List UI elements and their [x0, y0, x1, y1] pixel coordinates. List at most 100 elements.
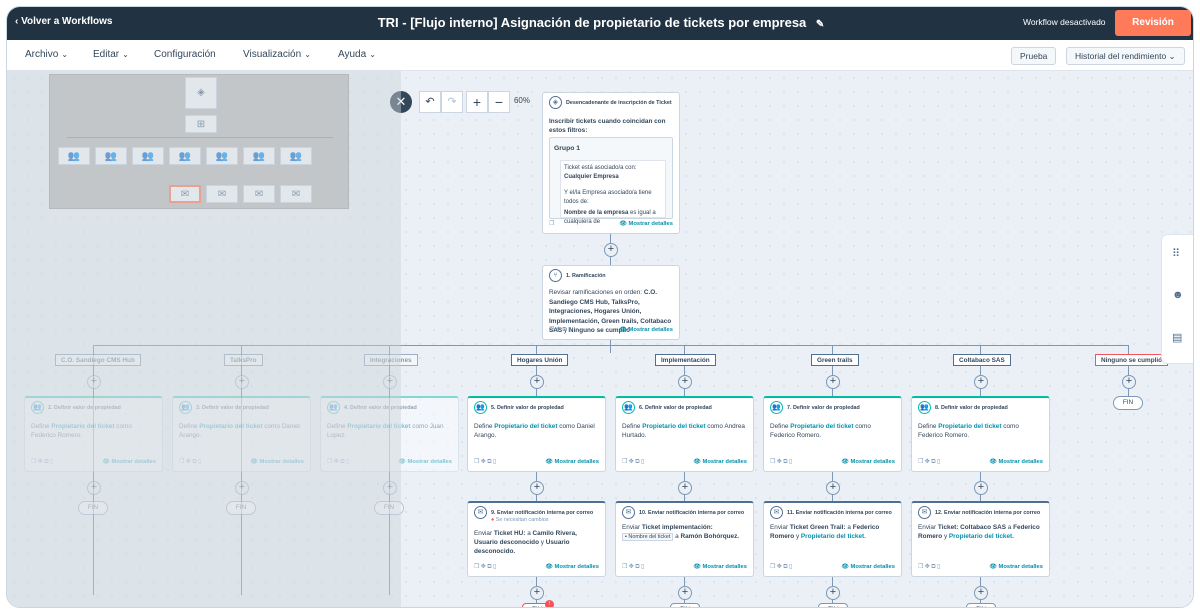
email-notification-card[interactable]: ✉ 12. Enviar notificación interna por co… — [911, 501, 1050, 577]
people-icon: 👥 — [770, 401, 783, 414]
copy-icon[interactable]: ❐ ✥ ⧉ ▯ — [770, 459, 792, 465]
copy-icon[interactable]: ❐ ✥ ⧉ ▯ — [622, 564, 644, 570]
card-footer: ❐ 👁 Mostrar detalles — [549, 220, 673, 229]
end-node: FIN — [670, 603, 700, 607]
branch-label[interactable]: Green trails — [811, 354, 859, 366]
copy-icon[interactable]: ❐ ✥ ⧉ ▯ — [770, 564, 792, 570]
menu-editar[interactable]: Editar ⌄ — [93, 49, 129, 60]
zoom-level: 60% — [513, 96, 530, 105]
email-notification-card[interactable]: ✉ 11. Enviar notificación interna por co… — [763, 501, 902, 577]
people-icon: 👥 — [622, 401, 635, 414]
branch-label[interactable]: Coltabaco SAS — [953, 354, 1011, 366]
connector — [610, 339, 611, 353]
show-details-link[interactable]: 👁 Mostrar detalles — [694, 563, 747, 572]
copy-icon[interactable]: ❐ — [549, 221, 554, 227]
set-property-card[interactable]: 👥 7. Definir valor de propiedad Define P… — [763, 396, 902, 472]
add-action-button[interactable]: + — [974, 375, 988, 389]
filter-list: Ticket está asociado/a con: Cualquier Em… — [560, 160, 666, 225]
enrollment-trigger-card[interactable]: ◈ Desencadenante de inscripción de Ticke… — [542, 92, 680, 234]
add-action-button[interactable]: + — [974, 586, 988, 600]
trigger-icon: ◈ — [549, 96, 562, 109]
assistant-icon[interactable]: ☻ — [1172, 289, 1184, 301]
branch-icon: ⑂ — [549, 269, 562, 282]
review-button[interactable]: Revisión — [1115, 10, 1191, 36]
mail-icon: ✉ — [622, 506, 635, 519]
add-action-button[interactable]: + — [1122, 375, 1136, 389]
add-action-button[interactable]: + — [530, 481, 544, 495]
undo-button[interactable]: ↶ — [419, 91, 441, 113]
branch-label[interactable]: Implementación — [655, 354, 716, 366]
end-node: FIN — [966, 603, 996, 607]
mail-icon: ✉ — [918, 506, 931, 519]
test-button[interactable]: Prueba — [1011, 47, 1057, 65]
people-icon: 👥 — [918, 401, 931, 414]
chevron-down-icon: ⌄ — [304, 50, 311, 59]
apps-grid-icon[interactable]: ⠿ — [1172, 247, 1180, 260]
undo-icon: ↶ — [425, 96, 435, 108]
menu-bar: Archivo ⌄ Editar ⌄ Configuración Visualiza… — [7, 40, 1193, 71]
canvas-dim-overlay — [7, 71, 401, 607]
add-action-button[interactable]: + — [678, 375, 692, 389]
workflow-title[interactable]: TRI - [Flujo interno] Asignación de prop… — [7, 15, 1193, 30]
add-action-button[interactable]: + — [530, 586, 544, 600]
mail-icon: ✉ — [770, 506, 783, 519]
show-details-link[interactable]: 👁 Mostrar detalles — [842, 458, 895, 467]
workflow-status: Workflow desactivado — [1023, 17, 1106, 27]
zoom-out-button[interactable]: − — [488, 91, 510, 113]
copy-icon[interactable]: ❐ ✥ ⧉ ▯ — [918, 564, 940, 570]
add-action-button[interactable]: + — [974, 481, 988, 495]
menu-visualizacion[interactable]: Visualización ⌄ — [243, 49, 311, 60]
add-action-button[interactable]: + — [826, 481, 840, 495]
show-details-link[interactable]: 👁 Mostrar detalles — [842, 563, 895, 572]
show-details-link[interactable]: 👁 Mostrar detalles — [546, 458, 599, 467]
side-rail: ⠿ ☻ ▤ — [1161, 234, 1193, 364]
pencil-icon[interactable]: ✎ — [816, 19, 824, 30]
top-bar: ‹ Volver a Workflows TRI - [Flujo intern… — [7, 7, 1193, 40]
add-action-button[interactable]: + — [530, 375, 544, 389]
show-details-link[interactable]: 👁 Mostrar detalles — [694, 458, 747, 467]
set-property-card[interactable]: 👥 8. Definir valor de propiedad Define P… — [911, 396, 1050, 472]
branch-label[interactable]: Ninguno se cumplió — [1095, 354, 1169, 366]
chevron-down-icon: ⌄ — [122, 50, 129, 59]
menu-archivo[interactable]: Archivo ⌄ — [25, 49, 68, 60]
copy-icon[interactable]: ❐ ✥ ⧉ ▯ — [549, 327, 571, 333]
chat-icon[interactable]: ▤ — [1172, 331, 1182, 344]
show-details-link[interactable]: 👁 Mostrar detalles — [620, 326, 673, 335]
show-details-link[interactable]: 👁 Mostrar detalles — [990, 458, 1043, 467]
performance-history-button[interactable]: Historial del rendimiento ⌄ — [1066, 47, 1185, 65]
show-details-link[interactable]: 👁 Mostrar detalles — [620, 220, 673, 229]
warning-icon: ● — [491, 517, 495, 523]
branch-action-card[interactable]: ⑂ 1. Ramificación Revisar ramificaciones… — [542, 265, 680, 340]
add-action-button[interactable]: + — [604, 243, 618, 257]
email-notification-card[interactable]: ✉ 10. Enviar notificación interna por co… — [615, 501, 754, 577]
zoom-in-button[interactable]: + — [466, 91, 488, 113]
ticket-name-token: ▪ Nombre del ticket — [622, 533, 674, 541]
branch-label[interactable]: Hogares Unión — [511, 354, 569, 366]
set-property-card[interactable]: 👥 5. Definir valor de propiedad Define P… — [467, 396, 606, 472]
show-details-link[interactable]: 👁 Mostrar detalles — [546, 563, 599, 572]
menu-ayuda[interactable]: Ayuda ⌄ — [338, 49, 376, 60]
add-action-button[interactable]: + — [678, 586, 692, 600]
copy-icon[interactable]: ❐ ✥ ⧉ ▯ — [918, 459, 940, 465]
menu-configuracion[interactable]: Configuración — [154, 49, 216, 60]
add-action-button[interactable]: + — [826, 375, 840, 389]
show-details-link[interactable]: 👁 Mostrar detalles — [990, 563, 1043, 572]
add-action-button[interactable]: + — [826, 586, 840, 600]
minus-icon: − — [494, 94, 504, 110]
mail-icon: ✉ — [474, 506, 487, 519]
set-property-card[interactable]: 👥 6. Definir valor de propiedad Define P… — [615, 396, 754, 472]
show-details-link[interactable]: 👁 Mostrar detalles — [399, 458, 452, 467]
copy-icon[interactable]: ❐ ✥ ⧉ ▯ — [474, 459, 496, 465]
chevron-down-icon: ⌄ — [369, 50, 376, 59]
chevron-down-icon: ⌄ — [1166, 51, 1176, 61]
add-action-button[interactable]: + — [678, 481, 692, 495]
error-badge: ! — [545, 600, 554, 607]
workflow-canvas[interactable]: ◈ ⊞ 👥 👥 👥 👥 👥 👥 👥 ✉ ✉ ✉ ✉ ✕ ↶ ↷ + − 60% — [7, 71, 1193, 607]
end-node: FIN — [818, 603, 848, 607]
copy-icon[interactable]: ❐ ✥ ⧉ ▯ — [622, 459, 644, 465]
connector — [1128, 345, 1129, 397]
redo-button[interactable]: ↷ — [441, 91, 463, 113]
email-notification-card[interactable]: ✉ 9. Enviar notificación interna por cor… — [467, 501, 606, 577]
copy-icon[interactable]: ❐ ✥ ⧉ ▯ — [474, 564, 496, 570]
app-window: ‹ Volver a Workflows TRI - [Flujo intern… — [6, 6, 1194, 608]
